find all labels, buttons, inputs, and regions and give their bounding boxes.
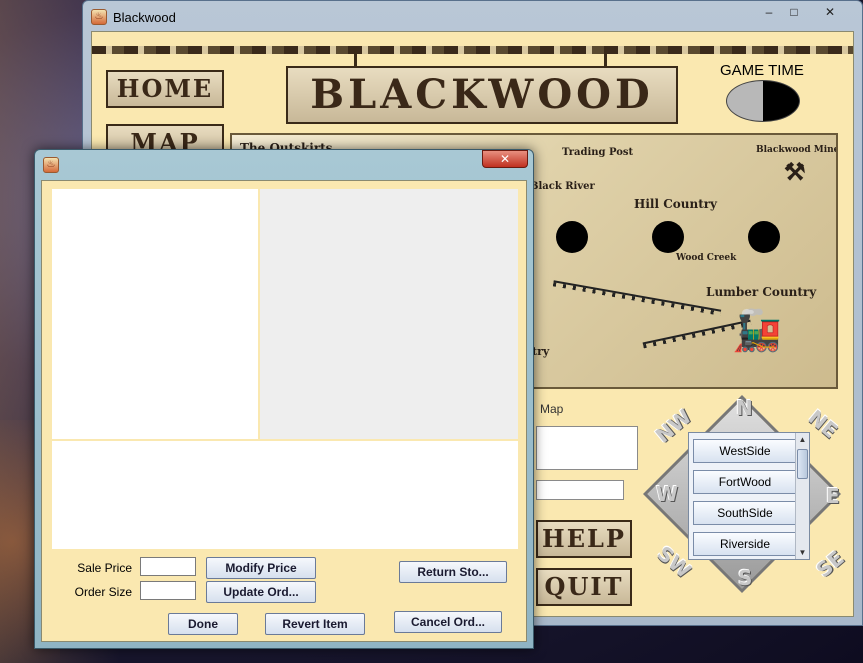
quit-button[interactable]: QUIT: [536, 568, 632, 606]
update-order-button[interactable]: Update Ord...: [206, 581, 316, 603]
scroll-thumb[interactable]: [797, 449, 808, 479]
main-titlebar[interactable]: ♨ Blackwood – □ ✕: [83, 1, 862, 31]
maximize-button[interactable]: □: [781, 4, 807, 22]
rope-divider: [92, 46, 853, 54]
railroad-track: [552, 280, 722, 316]
minimize-button[interactable]: –: [756, 4, 782, 22]
order-list-panel[interactable]: [52, 441, 518, 549]
order-size-label: Order Size: [74, 585, 132, 599]
home-button[interactable]: HOME: [106, 70, 224, 108]
compass-west-button[interactable]: W: [656, 482, 678, 506]
item-details-panel: [260, 189, 518, 439]
sun-icon: [546, 211, 598, 263]
help-button[interactable]: HELP: [536, 520, 632, 558]
list-item-riverside[interactable]: Riverside: [693, 532, 797, 556]
item-image-panel: [52, 189, 258, 439]
dialog-close-button[interactable]: ✕: [482, 150, 528, 168]
map-caption: Map: [540, 402, 564, 416]
sale-price-input[interactable]: [140, 557, 196, 576]
game-time-label: GAME TIME: [720, 62, 804, 79]
return-store-button[interactable]: Return Sto...: [399, 561, 507, 583]
map-label-blackwood-mine[interactable]: Blackwood Mine: [756, 145, 836, 155]
scroll-down-arrow[interactable]: ▼: [796, 546, 809, 559]
java-app-icon: ♨: [91, 9, 107, 25]
scroll-up-arrow[interactable]: ▲: [796, 433, 809, 446]
map-label-black-river[interactable]: Black River: [530, 181, 595, 192]
store-dialog: ♨ ✕ Sale Price Modify Price Order Size U…: [34, 149, 534, 649]
sun-icon: [642, 211, 694, 263]
cancel-order-button[interactable]: Cancel Ord...: [394, 611, 502, 633]
order-size-input[interactable]: [140, 581, 196, 600]
compass-east-button[interactable]: E: [826, 484, 840, 508]
close-button[interactable]: ✕: [817, 4, 843, 22]
list-item-fortwood[interactable]: FortWood: [693, 470, 797, 494]
modify-price-button[interactable]: Modify Price: [206, 557, 316, 579]
list-scrollbar[interactable]: ▲ ▼: [795, 433, 809, 559]
info-textbox[interactable]: [536, 426, 638, 470]
sale-price-label: Sale Price: [77, 561, 132, 575]
list-item-westside[interactable]: WestSide: [693, 439, 797, 463]
list-item-southside[interactable]: SouthSide: [693, 501, 797, 525]
map-label-lumber-country[interactable]: Lumber Country: [706, 285, 816, 299]
main-window-title: Blackwood: [113, 10, 176, 25]
map-label-trading-post[interactable]: Trading Post: [562, 147, 633, 158]
map-label-hill-country[interactable]: Hill Country: [634, 197, 717, 211]
game-time-clock: [726, 80, 800, 122]
info-field[interactable]: [536, 480, 624, 500]
done-button[interactable]: Done: [168, 613, 238, 635]
compass-southeast-button[interactable]: SE: [812, 546, 849, 582]
district-list[interactable]: WestSide FortWood SouthSide Riverside ▲ …: [688, 432, 810, 560]
train-icon: 🚂: [732, 307, 782, 354]
revert-item-button[interactable]: Revert Item: [265, 613, 365, 635]
compass-north-button[interactable]: N: [736, 396, 753, 420]
map-label-wood-creek[interactable]: Wood Creek: [676, 253, 736, 263]
sun-icon: [738, 211, 790, 263]
pickaxe-icon: ⚒: [784, 157, 806, 186]
compass-south-button[interactable]: S: [738, 566, 752, 590]
blackwood-banner: BLACKWOOD: [286, 66, 678, 124]
java-app-icon: ♨: [43, 157, 59, 173]
dialog-client-area: Sale Price Modify Price Order Size Updat…: [41, 180, 527, 642]
